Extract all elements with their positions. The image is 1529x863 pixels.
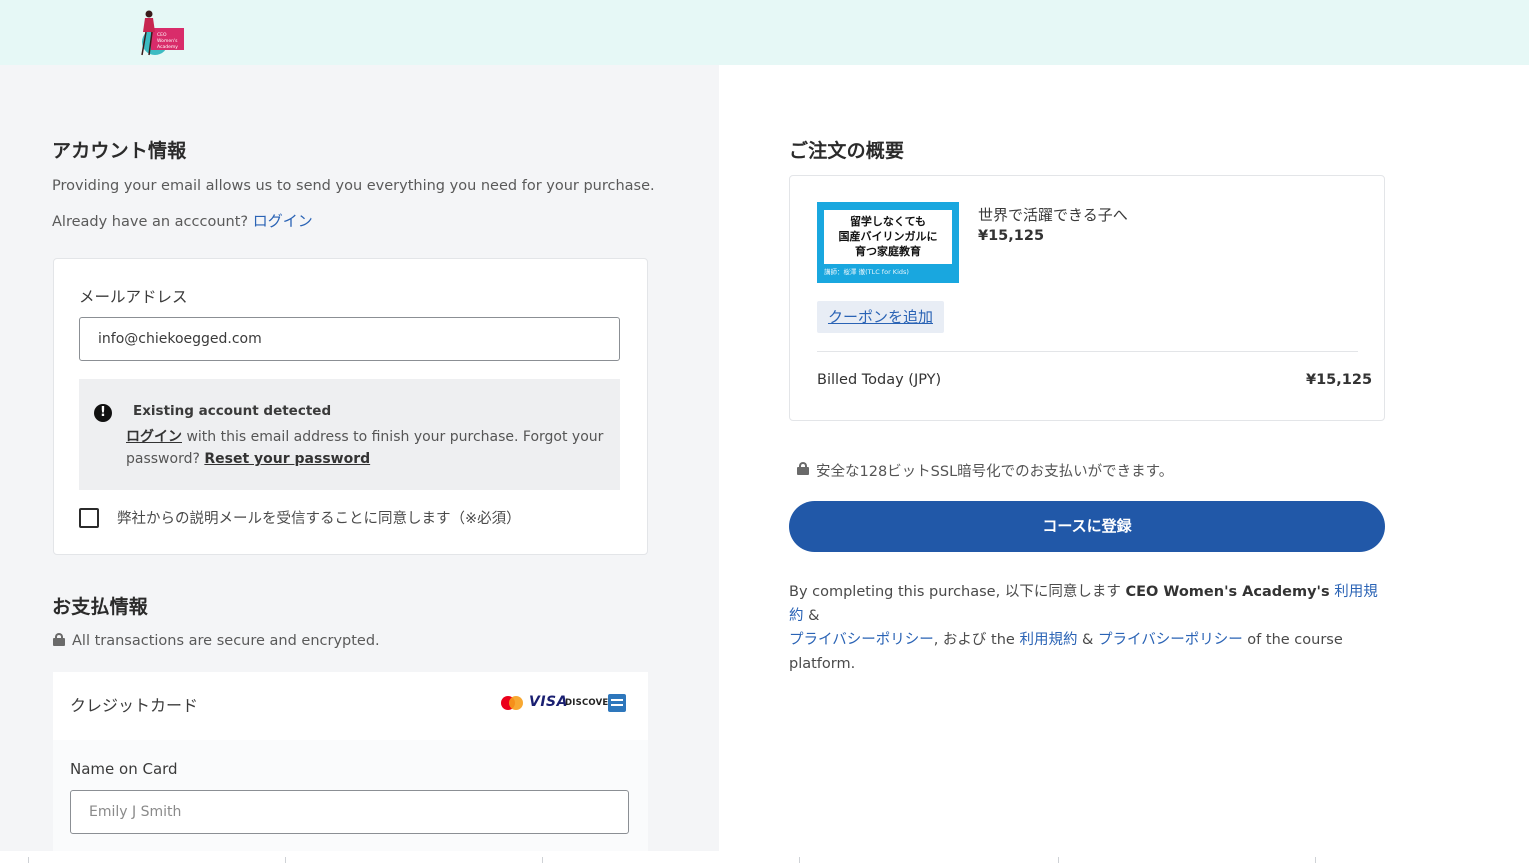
legal-part-2: , および the bbox=[933, 632, 1020, 648]
amex-icon bbox=[608, 694, 626, 712]
bottom-strip bbox=[0, 851, 1529, 863]
ssl-note: 安全な128ビットSSL暗号化でのお支払いができます。 bbox=[816, 464, 1174, 480]
svg-text:Women's: Women's bbox=[157, 38, 178, 44]
already-have-account-text: Already have an acccount? bbox=[52, 214, 249, 230]
credit-card-label: クレジットカード bbox=[70, 696, 199, 715]
legal-text: By completing this purchase, 以下に同意します CE… bbox=[789, 580, 1389, 676]
thumbnail-line-2: 国産バイリンガルに bbox=[838, 230, 938, 243]
consent-label: 弊社からの説明メールを受信することに同意します（※必須） bbox=[117, 511, 521, 527]
visa-icon: VISA bbox=[529, 694, 568, 710]
svg-text:Academy: Academy bbox=[157, 44, 178, 50]
legal-part-1: By completing this purchase, 以下に同意します bbox=[789, 584, 1126, 600]
order-summary-title: ご注文の概要 bbox=[789, 140, 905, 162]
consent-checkbox[interactable] bbox=[79, 508, 99, 528]
add-coupon-link[interactable]: クーポンを追加 bbox=[817, 301, 944, 333]
notice-line-1: ログイン with this email address to finish y… bbox=[126, 426, 603, 446]
reset-password-link[interactable]: Reset your password bbox=[204, 451, 370, 467]
thumbnail-caption: 講師：桜澤 徹(TLC for Kids) bbox=[824, 268, 909, 276]
name-on-card-input[interactable] bbox=[70, 790, 629, 834]
payment-secure-note: All transactions are secure and encrypte… bbox=[72, 633, 380, 649]
top-bar: CEO Women's Academy bbox=[0, 0, 1529, 65]
svg-text:CEO: CEO bbox=[157, 32, 167, 38]
email-input[interactable] bbox=[79, 317, 620, 361]
ceo-womens-academy-logo[interactable]: CEO Women's Academy bbox=[133, 6, 185, 58]
product-name: 世界で活躍できる子へ bbox=[978, 206, 1128, 224]
bottom-tick bbox=[285, 857, 286, 863]
thumbnail-line-1: 留学しなくても bbox=[849, 215, 927, 228]
email-label: メールアドレス bbox=[79, 288, 188, 306]
billed-today-label: Billed Today (JPY) bbox=[817, 372, 942, 388]
billed-today-value: ¥15,125 bbox=[1306, 372, 1373, 388]
name-on-card-label: Name on Card bbox=[70, 760, 178, 778]
thumbnail-line-3: 育つ家庭教育 bbox=[855, 245, 921, 258]
legal-amp: & bbox=[803, 608, 820, 624]
bottom-tick bbox=[1315, 857, 1316, 863]
enroll-button[interactable]: コースに登録 bbox=[789, 501, 1385, 552]
bottom-tick bbox=[1058, 857, 1059, 863]
bottom-tick bbox=[28, 857, 29, 863]
lock-icon bbox=[53, 633, 65, 646]
ssl-lock-icon bbox=[797, 462, 809, 475]
notice-login-link[interactable]: ログイン bbox=[126, 429, 182, 445]
thumbnail-text: 留学しなくても 国産バイリンガルに 育つ家庭教育 bbox=[824, 210, 952, 264]
account-section-title: アカウント情報 bbox=[52, 140, 187, 162]
notice-line-2-text: password? bbox=[126, 451, 200, 467]
mastercard-icon bbox=[501, 696, 523, 710]
order-divider bbox=[817, 351, 1358, 352]
already-have-account: Already have an acccount? ログイン bbox=[52, 210, 313, 231]
alert-icon: ! bbox=[94, 404, 112, 422]
notice-line-2: password? Reset your password bbox=[126, 451, 370, 467]
notice-line-1-text: with this email address to finish your p… bbox=[182, 429, 604, 445]
notice-title: Existing account detected bbox=[133, 403, 332, 419]
bottom-tick bbox=[542, 857, 543, 863]
platform-privacy-link[interactable]: プライバシーポリシー bbox=[1098, 632, 1243, 648]
bottom-tick bbox=[799, 857, 800, 863]
payment-section-title: お支払情報 bbox=[52, 596, 149, 618]
privacy-link[interactable]: プライバシーポリシー bbox=[789, 632, 934, 648]
platform-terms-link[interactable]: 利用規約 bbox=[1019, 632, 1077, 648]
product-price: ¥15,125 bbox=[978, 228, 1045, 244]
product-thumbnail: 留学しなくても 国産バイリンガルに 育つ家庭教育 講師：桜澤 徹(TLC for… bbox=[817, 202, 959, 283]
legal-company: CEO Women's Academy's bbox=[1125, 584, 1330, 600]
account-description: Providing your email allows us to send y… bbox=[52, 178, 655, 194]
legal-amp-2: & bbox=[1077, 632, 1098, 648]
login-link[interactable]: ログイン bbox=[253, 212, 313, 230]
